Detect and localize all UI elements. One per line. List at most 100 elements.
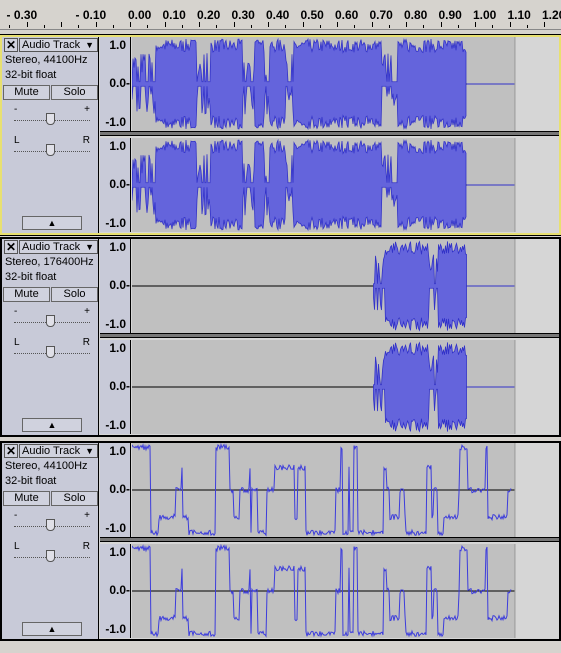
close-icon: ✕ <box>5 240 17 254</box>
gain-slider[interactable]: - + <box>14 510 90 533</box>
ruler-tick <box>216 25 218 28</box>
gain-plus-label: + <box>84 306 90 317</box>
scale-zero: 0.0- <box>109 76 130 90</box>
pan-slider[interactable]: LR <box>14 541 90 564</box>
mute-button[interactable]: Mute <box>3 287 50 302</box>
ruler-tick-label: 1.20 <box>542 8 561 22</box>
scale-max: 1.0 <box>109 341 126 355</box>
ruler-tick <box>354 25 356 28</box>
pan-slider-thumb[interactable] <box>46 144 55 156</box>
ruler-tick-label: 0.60 <box>335 8 359 22</box>
gain-plus-label: + <box>84 510 90 521</box>
ruler-tick <box>423 25 425 28</box>
dropdown-arrow-icon: ▼ <box>85 40 94 50</box>
audio-track[interactable]: ✕ Audio Track ▼ Stereo, 44100Hz 32-bit fl… <box>0 441 561 641</box>
ruler-tick <box>181 25 183 28</box>
scale-max: 1.0 <box>109 444 126 458</box>
vertical-ruler: 1.0 0.0- -1.0 <box>100 544 131 638</box>
scale-min: -1.0 <box>105 115 126 129</box>
dropdown-arrow-icon: ▼ <box>85 242 94 252</box>
scale-max: 1.0 <box>109 139 126 153</box>
gain-minus-label: - <box>14 306 18 317</box>
timeline-ruler[interactable]: - 0.30 - 0.10 0.00 0.10 0.20 0.30 0.40 0.50 0.60… <box>0 0 561 30</box>
gain-slider[interactable]: - + <box>14 306 90 329</box>
gain-slider-thumb[interactable] <box>46 315 55 327</box>
ruler-tick <box>302 22 304 27</box>
ruler-tick <box>164 22 166 27</box>
vertical-ruler: 1.0 0.0- -1.0 <box>100 443 131 537</box>
ruler-tick <box>268 22 269 27</box>
ruler-tick-label: 0.00 <box>128 8 152 22</box>
ruler-tick-label: 0.50 <box>300 8 324 22</box>
ruler-tick-label: 0.80 <box>404 8 428 22</box>
collapse-arrow-icon: ▲ <box>47 420 57 430</box>
ruler-tick <box>319 25 321 28</box>
track-bit-depth: 32-bit float <box>5 271 57 283</box>
collapse-track-button[interactable]: ▲ <box>22 622 82 636</box>
pan-slider-thumb[interactable] <box>46 346 55 358</box>
ruler-tick <box>475 22 476 27</box>
close-track-button[interactable]: ✕ <box>4 240 18 254</box>
scale-zero: 0.0- <box>109 583 130 597</box>
ruler-tick <box>371 22 373 27</box>
ruler-tick <box>43 25 45 28</box>
pan-right-label: R <box>82 337 90 348</box>
solo-button[interactable]: Solo <box>51 287 98 302</box>
waveform-channel-1[interactable] <box>132 37 559 131</box>
gain-slider-thumb[interactable] <box>46 113 55 125</box>
close-track-button[interactable]: ✕ <box>4 444 18 458</box>
track-control-panel: ✕ Audio Track ▼ Stereo, 44100Hz 32-bit fl… <box>2 443 99 639</box>
pan-left-label: L <box>14 541 20 552</box>
mute-button[interactable]: Mute <box>3 491 50 506</box>
pan-slider[interactable]: LR <box>14 135 90 158</box>
waveform-channel-2[interactable] <box>132 340 559 434</box>
channel-separator <box>100 131 559 136</box>
solo-button[interactable]: Solo <box>51 85 98 100</box>
scale-zero: 0.0- <box>109 482 130 496</box>
track-control-panel: ✕ Audio Track ▼ Stereo, 44100Hz 32-bit fl… <box>2 37 99 233</box>
pan-slider-thumb[interactable] <box>46 550 55 562</box>
ruler-tick <box>61 22 62 27</box>
pan-slider[interactable]: LR <box>14 337 90 360</box>
solo-button[interactable]: Solo <box>51 491 98 506</box>
mute-button[interactable]: Mute <box>3 85 50 100</box>
scale-zero: 0.0- <box>109 379 130 393</box>
scale-max: 1.0 <box>109 545 126 559</box>
ruler-tick-label: 0.40 <box>266 8 290 22</box>
track-name-menu[interactable]: Audio Track ▼ <box>19 240 98 254</box>
collapse-arrow-icon: ▲ <box>47 624 57 634</box>
track-name-menu[interactable]: Audio Track ▼ <box>19 38 98 52</box>
collapse-track-button[interactable]: ▲ <box>22 418 82 432</box>
ruler-tick <box>526 25 528 28</box>
audio-track[interactable]: ✕ Audio Track ▼ Stereo, 44100Hz 32-bit fl… <box>0 34 561 236</box>
scale-min: -1.0 <box>105 521 126 535</box>
scale-min: -1.0 <box>105 317 126 331</box>
collapse-arrow-icon: ▲ <box>47 218 57 228</box>
pan-left-label: L <box>14 135 20 146</box>
pan-left-label: L <box>14 337 20 348</box>
close-track-button[interactable]: ✕ <box>4 38 18 52</box>
dropdown-arrow-icon: ▼ <box>85 446 94 456</box>
scale-zero: 0.0- <box>109 177 130 191</box>
ruler-tick <box>112 25 114 28</box>
collapse-track-button[interactable]: ▲ <box>22 216 82 230</box>
waveform-channel-2[interactable] <box>132 544 559 638</box>
gain-slider-thumb[interactable] <box>46 519 55 531</box>
track-name-menu[interactable]: Audio Track ▼ <box>19 444 98 458</box>
ruler-tick-label: 0.20 <box>197 8 221 22</box>
waveform-channel-1[interactable] <box>132 443 559 537</box>
audio-track[interactable]: ✕ Audio Track ▼ Stereo, 176400Hz 32-bit f… <box>0 237 561 437</box>
pan-right-label: R <box>82 541 90 552</box>
ruler-tick <box>457 25 459 28</box>
waveform-channel-2[interactable] <box>132 138 559 232</box>
gain-slider[interactable]: - + <box>14 104 90 127</box>
scale-max: 1.0 <box>109 38 126 52</box>
ruler-tick <box>509 22 511 27</box>
track-name: Audio Track <box>22 241 81 253</box>
ruler-tick <box>406 22 407 27</box>
track-name: Audio Track <box>22 445 81 457</box>
ruler-tick <box>285 25 287 28</box>
channel-separator <box>100 537 559 542</box>
waveform-channel-1[interactable] <box>132 239 559 333</box>
ruler-tick-label: 1.10 <box>507 8 531 22</box>
